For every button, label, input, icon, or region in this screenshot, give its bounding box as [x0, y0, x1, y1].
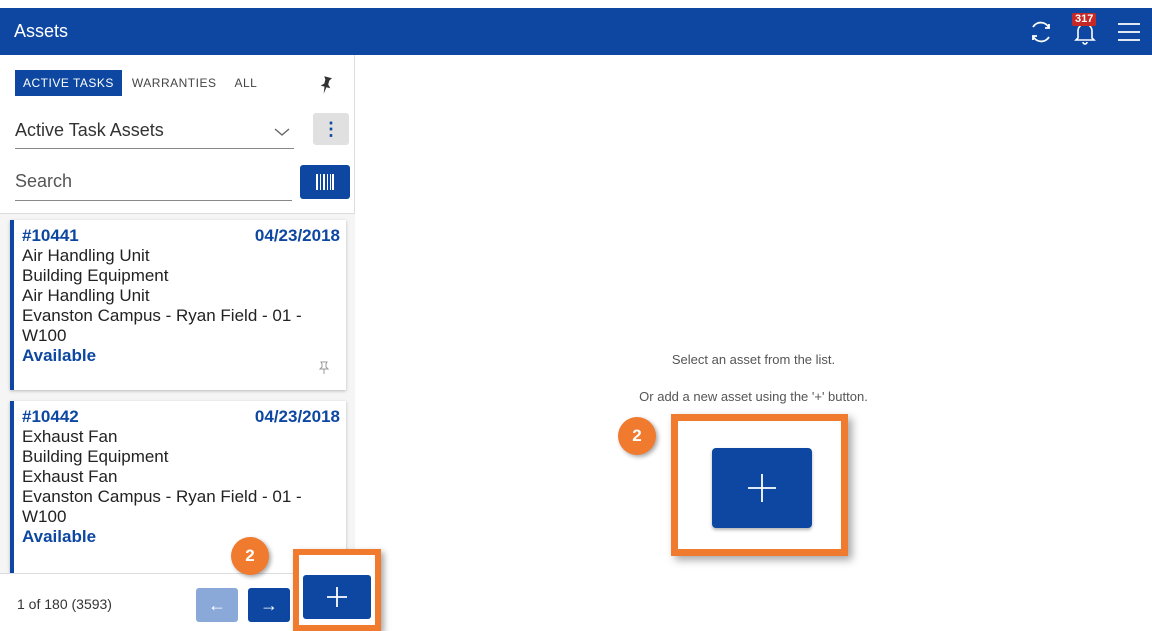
tab-active-tasks[interactable]: ACTIVE TASKS [15, 70, 122, 96]
notification-badge: 317 [1072, 12, 1097, 26]
tab-warranties[interactable]: WARRANTIES [124, 70, 225, 96]
asset-location-room: W100 [22, 507, 67, 526]
search-row [15, 163, 350, 203]
barcode-scan-button[interactable] [300, 165, 350, 199]
plus-icon [327, 587, 347, 607]
asset-list-panel: ACTIVE TASKS WARRANTIES ALL Active Task … [0, 55, 355, 631]
asset-location-room: W100 [22, 326, 67, 345]
add-button-highlight [293, 549, 381, 631]
barcode-icon [316, 174, 334, 190]
asset-location: Evanston Campus - Ryan Field - 01 - [22, 306, 302, 325]
asset-type: Exhaust Fan [22, 467, 118, 486]
asset-date: 04/23/2018 [254, 226, 340, 245]
empty-state-hint: Or add a new asset using the '+' button. [639, 389, 868, 404]
asset-filter-value: Active Task Assets [15, 120, 164, 140]
asset-category: Building Equipment [22, 447, 169, 466]
tab-all[interactable]: ALL [226, 70, 265, 96]
list-item[interactable]: #10441 04/23/2018 Air Handling Unit Buil… [10, 220, 346, 390]
chevron-down-icon [274, 128, 290, 136]
prev-page-button[interactable]: ← [196, 588, 238, 622]
app-header: Assets 317 [0, 8, 1152, 55]
asset-date: 04/23/2018 [254, 407, 340, 426]
add-asset-button[interactable] [303, 575, 371, 619]
asset-category: Building Equipment [22, 266, 169, 285]
pin-icon[interactable] [316, 75, 336, 95]
header-actions: 317 [1026, 8, 1144, 55]
empty-state-message: Select an asset from the list. [671, 352, 836, 367]
asset-name: Exhaust Fan [22, 427, 118, 446]
more-vert-icon: ⋮ [322, 118, 340, 139]
plus-icon [748, 474, 776, 502]
asset-id: #10442 [22, 407, 79, 426]
search-input[interactable] [15, 163, 292, 201]
asset-location: Evanston Campus - Ryan Field - 01 - [22, 487, 302, 506]
asset-name: Air Handling Unit [22, 246, 150, 265]
page-title: Assets [14, 21, 69, 41]
pin-icon[interactable] [318, 361, 330, 380]
more-options-button[interactable]: ⋮ [313, 113, 349, 145]
step-callout: 2 [618, 417, 656, 455]
notifications-button[interactable]: 317 [1070, 12, 1100, 47]
status-badge: Available [22, 346, 97, 365]
asset-type: Air Handling Unit [22, 286, 150, 305]
arrow-left-icon: ← [208, 594, 226, 615]
arrow-right-icon: → [260, 594, 278, 615]
filter-tabs: ACTIVE TASKS WARRANTIES ALL [15, 70, 267, 96]
asset-list[interactable]: #10441 04/23/2018 Air Handling Unit Buil… [0, 213, 355, 578]
pager-text: 1 of 180 (3593) [17, 596, 112, 612]
asset-filter-dropdown[interactable]: Active Task Assets [15, 113, 294, 149]
add-asset-button[interactable] [712, 448, 812, 528]
filter-row: Active Task Assets [15, 113, 335, 149]
next-page-button[interactable]: → [248, 588, 290, 622]
sync-icon[interactable] [1026, 17, 1056, 47]
menu-icon[interactable] [1114, 17, 1144, 47]
step-callout: 2 [231, 537, 269, 575]
asset-id: #10441 [22, 226, 79, 245]
status-badge: Available [22, 527, 97, 546]
add-button-highlight [671, 414, 848, 556]
